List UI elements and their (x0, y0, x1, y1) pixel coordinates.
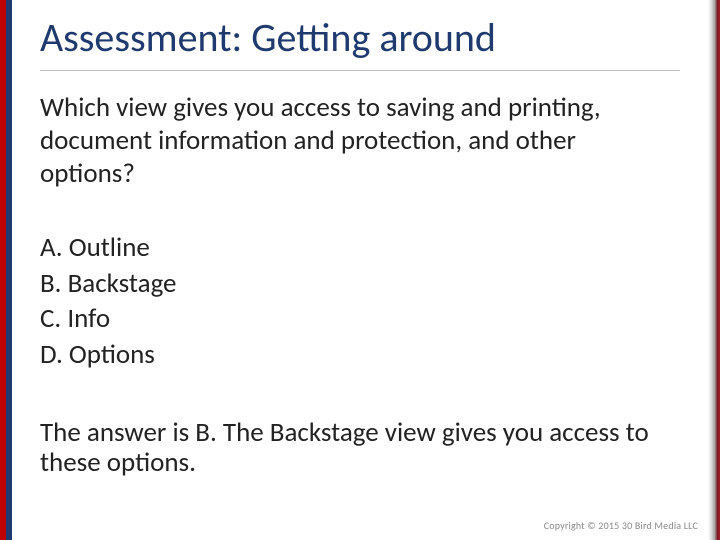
slide-title: Assessment: Getting around (40, 16, 690, 60)
answer-text: The answer is B. The Backstage view give… (40, 418, 670, 478)
title-divider (40, 70, 680, 71)
option-c: C. Info (40, 301, 660, 337)
right-edge-fade (708, 0, 720, 540)
option-a: A. Outline (40, 230, 660, 266)
option-b: B. Backstage (40, 266, 660, 302)
options-list: A. Outline B. Backstage C. Info D. Optio… (40, 230, 660, 373)
question-text: Which view gives you access to saving an… (40, 92, 660, 191)
left-stripe-blue (6, 0, 12, 540)
slide: Assessment: Getting around Which view gi… (0, 0, 720, 540)
option-d: D. Options (40, 337, 660, 373)
copyright-notice: Copyright © 2015 30 Bird Media LLC (544, 519, 698, 532)
